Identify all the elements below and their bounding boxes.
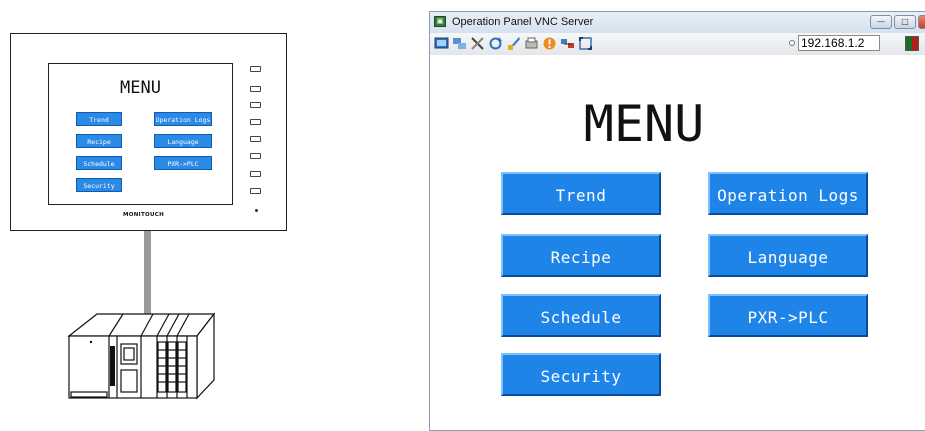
hmi-security-button: Security bbox=[76, 178, 122, 192]
status-indicator-icon bbox=[905, 36, 919, 51]
schedule-button[interactable]: Schedule bbox=[501, 294, 661, 337]
security-button[interactable]: Security bbox=[501, 353, 661, 396]
hmi-menu-title: MENU bbox=[120, 78, 161, 98]
app-icon: ▣ bbox=[434, 16, 446, 27]
ip-radio[interactable] bbox=[789, 40, 795, 46]
title-bar[interactable]: ▣ Operation Panel VNC Server — □ ✕ bbox=[430, 12, 925, 33]
language-button[interactable]: Language bbox=[708, 234, 868, 277]
plc-rack-illustration bbox=[67, 312, 216, 400]
paint-icon[interactable] bbox=[506, 36, 521, 51]
hmi-function-key bbox=[250, 136, 261, 142]
hmi-schedule-button: Schedule bbox=[76, 156, 122, 170]
trend-button[interactable]: Trend bbox=[501, 172, 661, 215]
fullscreen-icon[interactable] bbox=[578, 36, 593, 51]
hmi-operation-logs-button: Operation Logs bbox=[154, 112, 212, 126]
alert-icon[interactable] bbox=[542, 36, 557, 51]
window-title: Operation Panel VNC Server bbox=[452, 16, 594, 28]
menu-title: MENU bbox=[583, 95, 705, 153]
connection-cable bbox=[144, 231, 151, 316]
hmi-trend-button: Trend bbox=[76, 112, 122, 126]
hmi-recipe-button: Recipe bbox=[76, 134, 122, 148]
screen-icon[interactable] bbox=[434, 36, 449, 51]
toolbar: 192.168.1.2 bbox=[430, 33, 925, 56]
refresh-icon[interactable] bbox=[488, 36, 503, 51]
operation-logs-button[interactable]: Operation Logs bbox=[708, 172, 868, 215]
transfer-icon[interactable] bbox=[452, 36, 467, 51]
ip-address-field[interactable]: 192.168.1.2 bbox=[798, 35, 880, 51]
print-icon[interactable] bbox=[524, 36, 539, 51]
remote-screen[interactable]: MENU Trend Operation Logs Recipe Languag… bbox=[430, 55, 925, 430]
hmi-language-button: Language bbox=[154, 134, 212, 148]
hmi-screen: MENU Trend Operation Logs Recipe Languag… bbox=[48, 63, 233, 205]
pxr-plc-button[interactable]: PXR->PLC bbox=[708, 294, 868, 337]
hmi-function-key bbox=[250, 153, 261, 159]
maximize-icon: □ bbox=[901, 17, 909, 26]
network-icon[interactable] bbox=[560, 36, 575, 51]
hmi-function-key bbox=[250, 188, 261, 194]
recipe-button[interactable]: Recipe bbox=[501, 234, 661, 277]
close-button[interactable]: ✕ bbox=[918, 15, 925, 29]
vnc-window: ▣ Operation Panel VNC Server — □ ✕ bbox=[429, 11, 925, 431]
minimize-icon: — bbox=[877, 17, 885, 26]
hmi-brand-label: MONITOUCH bbox=[122, 212, 165, 218]
hmi-function-key bbox=[250, 86, 261, 92]
minimize-button[interactable]: — bbox=[870, 15, 892, 29]
hmi-pxr-plc-button: PXR->PLC bbox=[154, 156, 212, 170]
maximize-button[interactable]: □ bbox=[894, 15, 916, 29]
hmi-function-key bbox=[250, 66, 261, 72]
hmi-function-key bbox=[250, 102, 261, 108]
tools-icon[interactable] bbox=[470, 36, 485, 51]
hmi-device-illustration: MENU Trend Operation Logs Recipe Languag… bbox=[10, 33, 287, 231]
hmi-function-key bbox=[250, 171, 261, 177]
hmi-function-key bbox=[250, 119, 261, 125]
